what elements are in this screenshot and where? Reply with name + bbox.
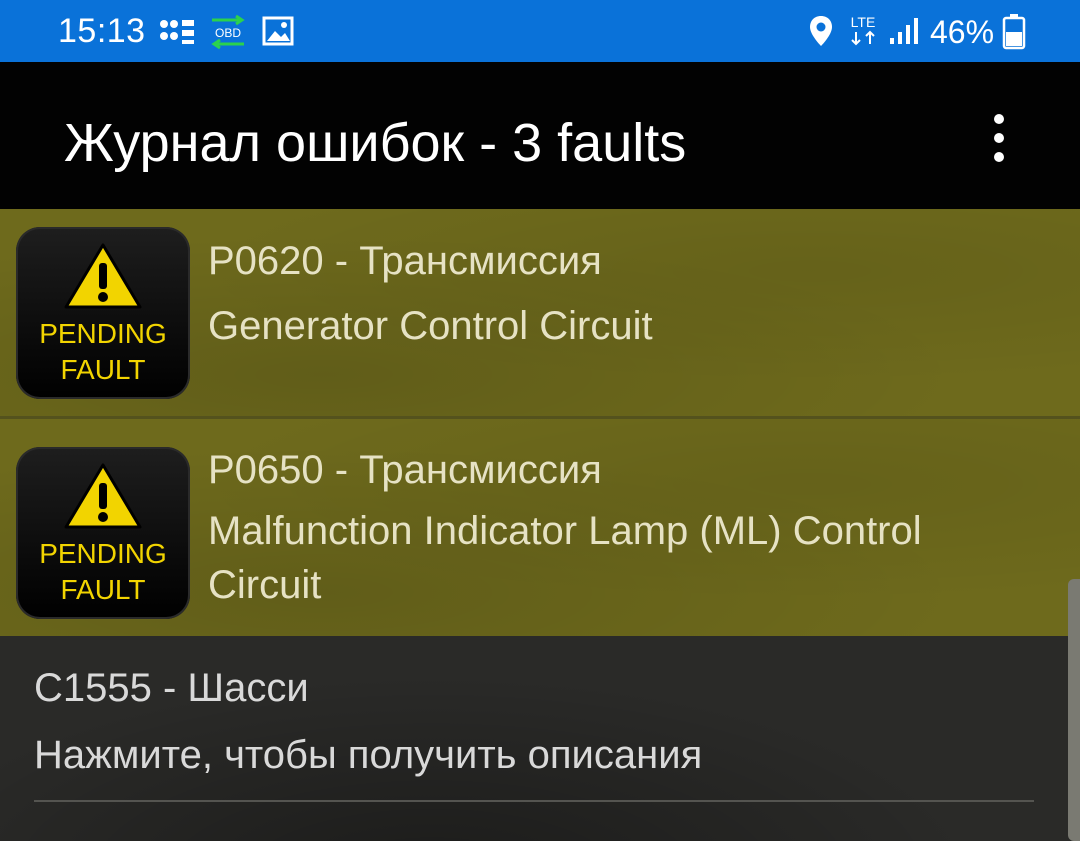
pending-fault-badge: PENDING FAULT	[16, 227, 190, 399]
overflow-menu-icon[interactable]	[974, 106, 1022, 170]
fault-list: PENDING FAULT P0620 - Трансмиссия Genera…	[0, 209, 1080, 841]
status-time: 15:13	[58, 12, 146, 50]
obd-connection-icon: OBD	[208, 14, 248, 55]
status-bar: 15:13 OBD LTE 46%	[0, 0, 1080, 62]
battery-percent: 46%	[930, 14, 995, 50]
fault-code-title: C1555 - Шасси	[34, 666, 309, 710]
fault-code-title: P0650 - Трансмиссия	[208, 448, 602, 492]
fault-list-item[interactable]: PENDING FAULT P0620 - Трансмиссия Genera…	[0, 209, 1080, 416]
scrollbar-thumb[interactable]	[1068, 579, 1080, 841]
battery-icon	[1002, 12, 1026, 55]
badge-label-fault: FAULT	[60, 574, 146, 605]
signal-icon	[888, 16, 920, 51]
badge-label-pending: PENDING	[39, 318, 167, 349]
lte-icon: LTE	[846, 12, 880, 53]
svg-text:LTE: LTE	[851, 14, 876, 30]
list-divider	[34, 800, 1034, 802]
warning-icon	[64, 463, 142, 529]
app-bar: Журнал ошибок - 3 faults	[0, 62, 1080, 209]
location-icon	[808, 14, 834, 53]
fault-list-item[interactable]: PENDING FAULT P0650 - Трансмиссия Malfun…	[0, 419, 1080, 636]
svg-text:OBD: OBD	[215, 26, 241, 40]
fault-description: Generator Control Circuit	[208, 304, 653, 348]
fault-description-hint: Нажмите, чтобы получить описания	[34, 733, 703, 777]
notification-dots-icon	[158, 18, 198, 51]
badge-label-fault: FAULT	[60, 354, 146, 385]
page-title: Журнал ошибок - 3 faults	[64, 113, 687, 173]
fault-list-item[interactable]: C1555 - Шасси Нажмите, чтобы получить оп…	[0, 636, 1080, 841]
gallery-icon	[262, 16, 294, 51]
badge-label-pending: PENDING	[39, 538, 167, 569]
pending-fault-badge: PENDING FAULT	[16, 447, 190, 619]
fault-code-title: P0620 - Трансмиссия	[208, 239, 602, 283]
warning-icon	[64, 243, 142, 309]
fault-description: Malfunction Indicator Lamp (ML) Control …	[208, 509, 922, 607]
